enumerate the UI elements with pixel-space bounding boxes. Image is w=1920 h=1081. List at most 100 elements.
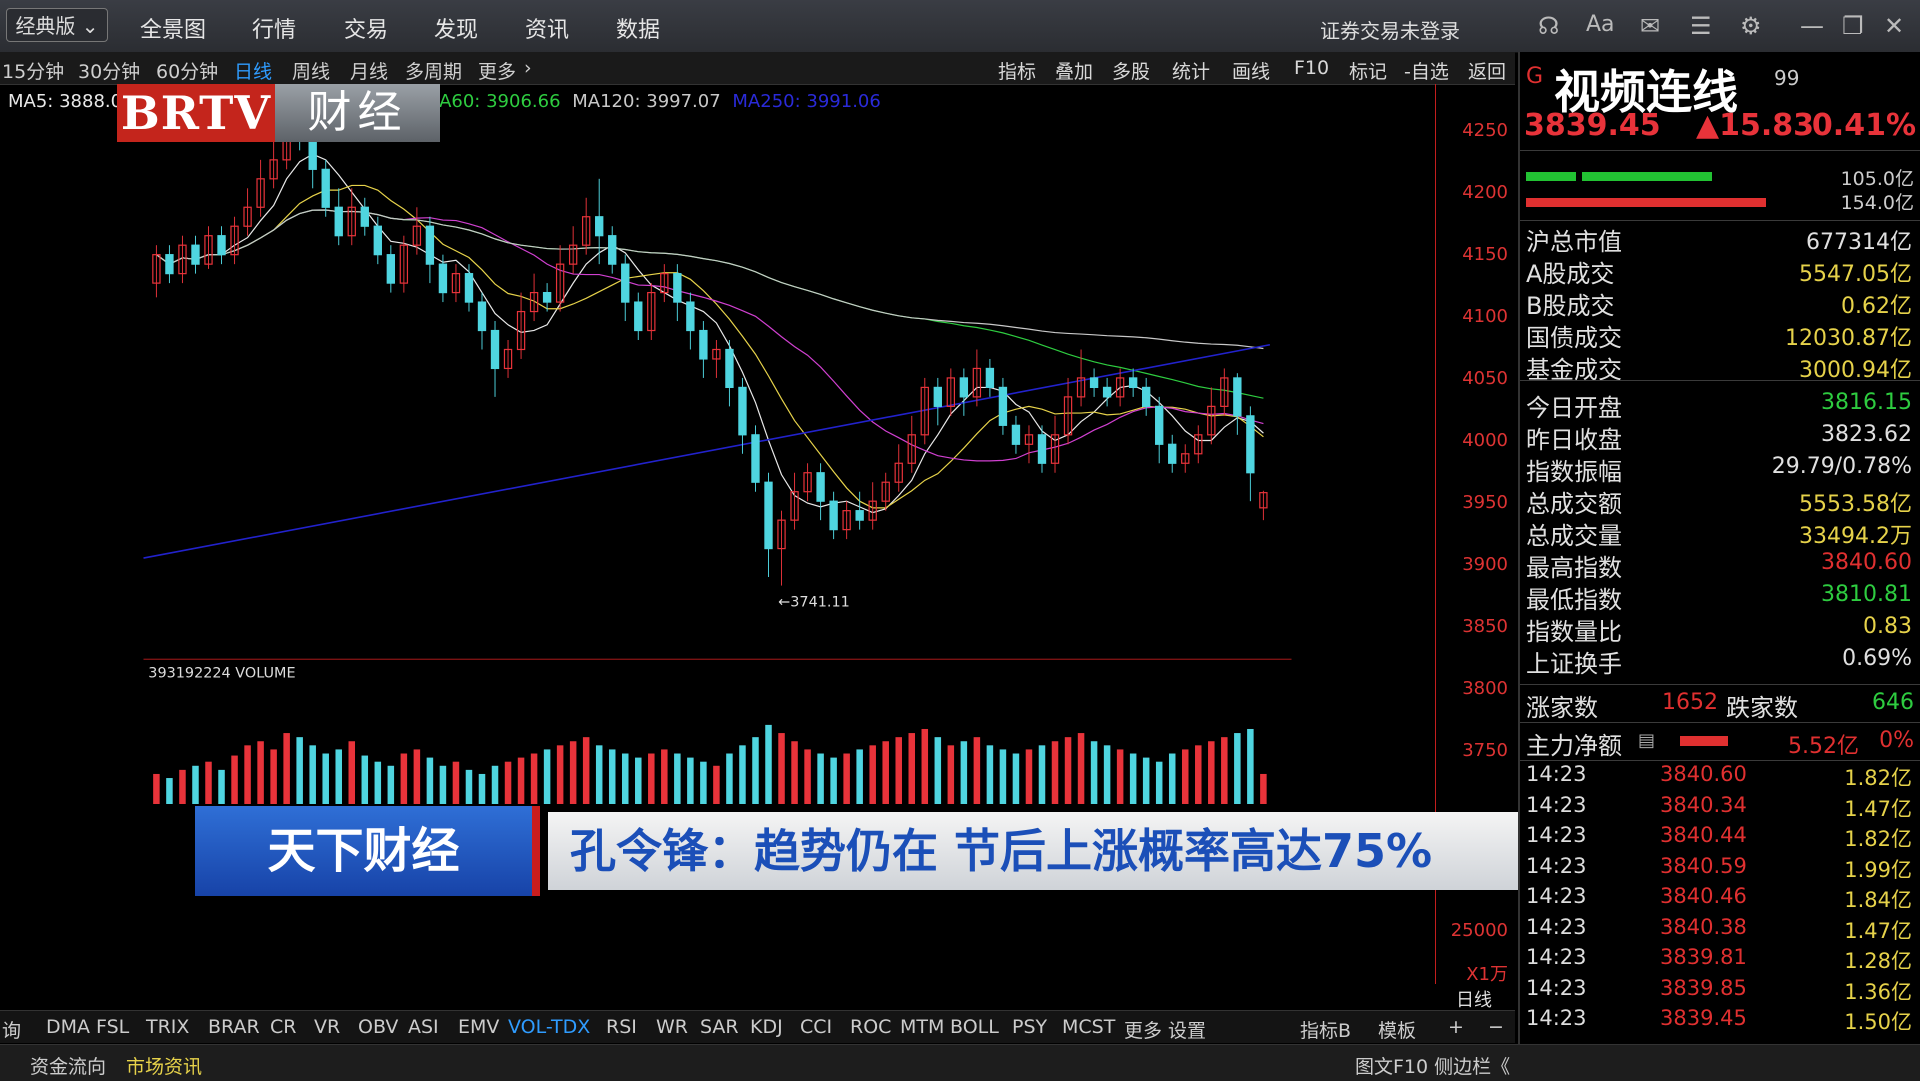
indicator-tab[interactable]: DMA <box>46 1016 90 1038</box>
restore-icon[interactable]: ❐ <box>1842 12 1864 40</box>
indicator-tab[interactable]: MCST <box>1062 1016 1115 1038</box>
list-icon[interactable]: ▤ <box>1638 730 1655 751</box>
volume-bar <box>1051 741 1059 804</box>
candle-body <box>360 206 369 227</box>
indicator-tab[interactable]: ROC <box>850 1016 891 1038</box>
ma120-line <box>156 209 1264 350</box>
menu-market[interactable]: 行情 <box>252 12 296 44</box>
menu-discover[interactable]: 发现 <box>434 12 478 44</box>
volume-bar <box>218 769 225 804</box>
indicator-tool[interactable]: + <box>1448 1016 1464 1038</box>
tool-draw[interactable]: 画线 <box>1232 57 1270 84</box>
indicator-tab[interactable]: BOLL <box>950 1016 999 1038</box>
indicator-tab[interactable]: VOL-TDX <box>508 1016 590 1038</box>
indicator-tab[interactable]: SAR <box>700 1016 739 1038</box>
candle-body <box>816 472 825 502</box>
period-monthly[interactable]: 月线 <box>350 57 388 84</box>
f10-sidebar-toggle[interactable]: 图文F10 侧边栏《 <box>1355 1052 1510 1079</box>
indicator-tab[interactable]: RSI <box>606 1016 637 1038</box>
stat-value: 0.83 <box>1863 614 1912 639</box>
menu-data[interactable]: 数据 <box>616 12 660 44</box>
volume-bar <box>556 745 564 804</box>
indicator-tool[interactable]: 指标B <box>1300 1016 1351 1043</box>
indicator-tool[interactable]: 模板 <box>1378 1016 1416 1043</box>
volume-unit: X1万 <box>1466 964 1508 985</box>
indicator-tab[interactable]: EMV <box>458 1016 499 1038</box>
tool-mark[interactable]: 标记 <box>1349 57 1387 84</box>
volume-bar <box>608 749 616 804</box>
period-30min[interactable]: 30分钟 <box>78 57 140 84</box>
tool-indicator[interactable]: 指标 <box>998 57 1036 84</box>
indicator-tab[interactable]: BRAR <box>208 1016 260 1038</box>
volume-bar <box>569 741 577 804</box>
indicator-tab[interactable]: ASI <box>408 1016 439 1038</box>
period-daily[interactable]: 日线 <box>234 57 272 84</box>
volume-bar <box>400 753 408 804</box>
stat-value: 5553.58亿 <box>1799 492 1912 517</box>
volume-bar <box>986 745 994 804</box>
indicator-tab[interactable]: CR <box>270 1016 296 1038</box>
menu-trade[interactable]: 交易 <box>344 12 388 44</box>
mail-icon[interactable]: ✉ <box>1640 12 1660 40</box>
volume-bar <box>413 749 421 804</box>
tab-market-news[interactable]: 市场资讯 <box>126 1052 202 1079</box>
volume-bar <box>973 737 981 804</box>
volume-bar <box>439 765 447 804</box>
font-size-icon[interactable]: Aa <box>1586 12 1615 37</box>
tool-overlay[interactable]: 叠加 <box>1055 57 1093 84</box>
volume-bar <box>1168 753 1176 804</box>
tool-multi-stock[interactable]: 多股 <box>1112 57 1150 84</box>
indicator-tab[interactable]: FSL <box>96 1016 129 1038</box>
indicator-tool[interactable]: − <box>1488 1016 1504 1038</box>
volume-bar <box>999 749 1007 804</box>
menu-panorama[interactable]: 全景图 <box>140 12 206 44</box>
chevron-right-icon[interactable]: › <box>524 57 532 79</box>
tick-time: 14:23 <box>1526 853 1587 878</box>
indicator-tab[interactable]: WR <box>656 1016 688 1038</box>
volume-bar <box>1195 745 1202 804</box>
indicator-tab[interactable]: MTM <box>900 1016 944 1038</box>
volume-bar <box>374 761 382 804</box>
divider <box>1520 220 1920 221</box>
tool-stats[interactable]: 统计 <box>1172 57 1210 84</box>
period-weekly[interactable]: 周线 <box>292 57 330 84</box>
period-more[interactable]: 更多 <box>478 57 516 84</box>
period-60min[interactable]: 60分钟 <box>156 57 218 84</box>
net-flow-bar <box>1680 736 1728 746</box>
rise-count: 1652 <box>1662 690 1718 715</box>
indicator-tab[interactable]: TRIX <box>146 1016 189 1038</box>
period-15min[interactable]: 15分钟 <box>2 57 64 84</box>
close-icon[interactable]: ✕ <box>1884 12 1904 40</box>
kline-chart[interactable]: ←3741.11393192224 VOLUME56789 <box>0 84 1435 804</box>
axis-tick: 4250 <box>1462 120 1508 141</box>
login-status[interactable]: 证券交易未登录 <box>1320 15 1460 44</box>
indicator-tab[interactable]: KDJ <box>750 1016 783 1038</box>
indicator-tab[interactable]: 设置 <box>1168 1016 1206 1043</box>
indicator-tab[interactable]: 询 <box>2 1016 21 1043</box>
stat-value: 5547.05亿 <box>1799 262 1912 287</box>
edition-select[interactable]: 经典版 ⌄ <box>6 8 108 42</box>
tool-f10[interactable]: F10 <box>1294 57 1329 79</box>
menu-news[interactable]: 资讯 <box>525 12 569 44</box>
volume-bar <box>661 749 668 804</box>
indicator-tab[interactable]: VR <box>314 1016 340 1038</box>
headset-icon[interactable]: ☊ <box>1538 12 1559 40</box>
period-multi[interactable]: 多周期 <box>405 57 462 84</box>
indicator-tab[interactable]: OBV <box>358 1016 398 1038</box>
menu-list-icon[interactable]: ☰ <box>1690 12 1712 40</box>
candle-body <box>686 301 695 332</box>
stat-value: 677314亿 <box>1806 230 1912 255</box>
indicator-tab[interactable]: 更多 <box>1124 1016 1162 1043</box>
gear-icon[interactable]: ⚙ <box>1740 12 1762 40</box>
volume-bar <box>1025 749 1033 804</box>
volume-bar <box>882 741 889 804</box>
buy-amount: 105.0亿 <box>1840 168 1914 190</box>
volume-bar <box>270 749 277 804</box>
tool-back[interactable]: 返回 <box>1468 57 1506 84</box>
indicator-tab[interactable]: PSY <box>1012 1016 1047 1038</box>
indicator-tab[interactable]: CCI <box>800 1016 832 1038</box>
candle-body <box>855 510 864 521</box>
tab-capital-flow[interactable]: 资金流向 <box>30 1052 106 1079</box>
minimize-icon[interactable]: — <box>1800 12 1824 40</box>
tool-favorite[interactable]: -自选 <box>1404 57 1449 84</box>
